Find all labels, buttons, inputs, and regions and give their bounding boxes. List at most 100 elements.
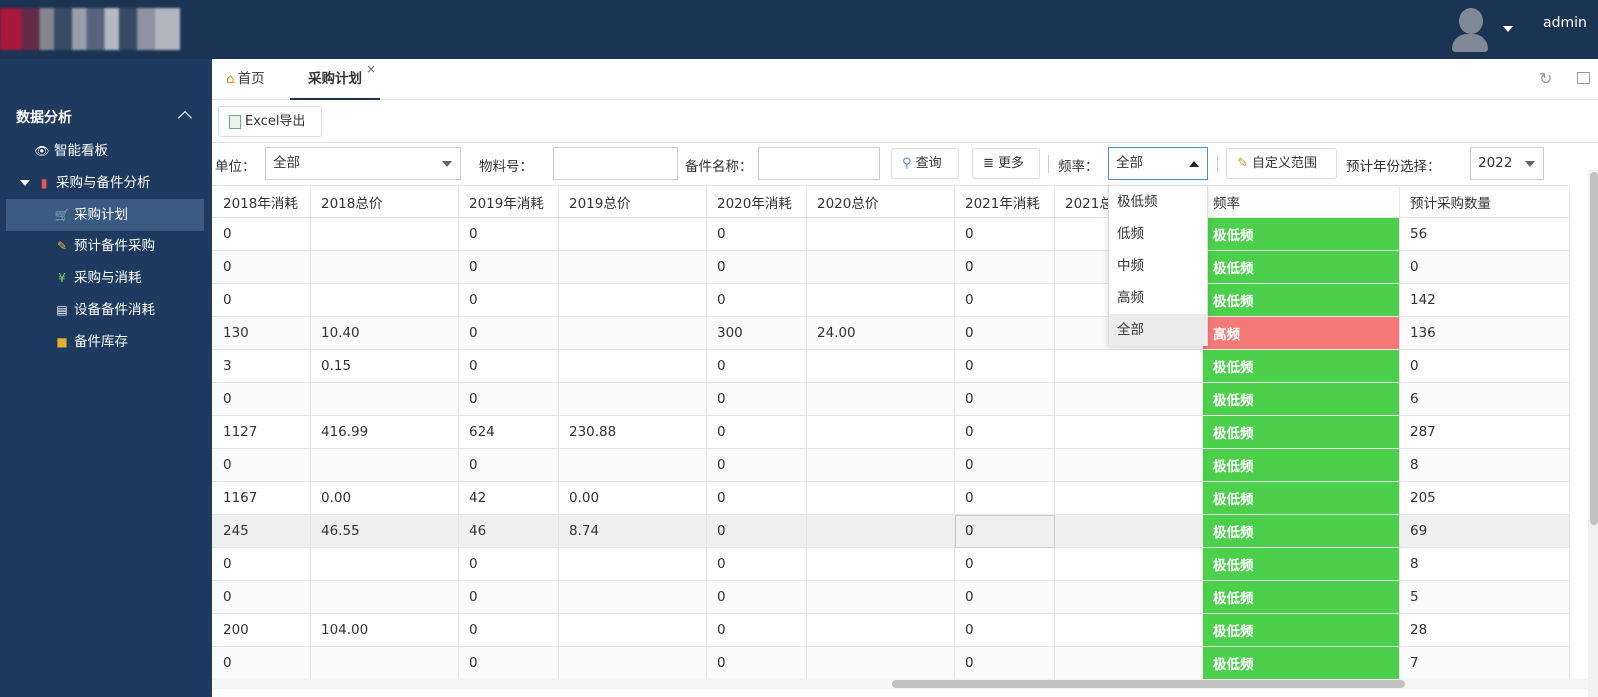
table-cell[interactable]: 69 xyxy=(1399,514,1570,548)
table-cell[interactable]: 0 xyxy=(706,547,807,581)
table-cell[interactable] xyxy=(310,580,459,614)
table-cell[interactable] xyxy=(806,547,955,581)
table-cell[interactable]: 130 xyxy=(212,316,311,350)
frequency-option[interactable]: 低频 xyxy=(1109,218,1207,250)
table-cell[interactable] xyxy=(1054,448,1203,482)
table-cell[interactable]: 0 xyxy=(458,613,559,647)
table-cell[interactable]: 6 xyxy=(1399,382,1570,416)
table-cell[interactable]: 0 xyxy=(458,217,559,251)
table-cell[interactable]: 0 xyxy=(954,613,1055,647)
table-row[interactable]: 130 10.40 0 300 24.00 0 高频 136 xyxy=(212,316,1570,350)
table-cell[interactable]: 0 xyxy=(706,481,807,515)
table-cell[interactable]: 0 xyxy=(212,646,311,680)
table-cell[interactable]: 245 xyxy=(212,514,311,548)
table-cell[interactable]: 0 xyxy=(706,415,807,449)
table-row[interactable]: 0 0 0 0 极低频 6 xyxy=(212,382,1570,416)
table-cell[interactable] xyxy=(558,547,707,581)
query-button[interactable]: ⚲ 查询 xyxy=(891,148,959,179)
table-cell[interactable]: 3 xyxy=(212,349,311,383)
table-cell[interactable]: 0 xyxy=(954,646,1055,680)
table-cell[interactable] xyxy=(558,349,707,383)
table-cell[interactable] xyxy=(558,250,707,284)
table-cell[interactable] xyxy=(806,217,955,251)
table-cell[interactable]: 42 xyxy=(458,481,559,515)
frequency-cell[interactable]: 极低频 xyxy=(1202,217,1400,251)
table-cell[interactable]: 46.55 xyxy=(310,514,459,548)
table-cell[interactable]: 0 xyxy=(954,382,1055,416)
table-cell[interactable]: 0 xyxy=(706,283,807,317)
sidebar-item-dashboard[interactable]: 👁 智能看板 xyxy=(34,135,108,167)
horizontal-scrollbar-thumb[interactable] xyxy=(892,680,1405,688)
table-cell[interactable]: 0 xyxy=(212,448,311,482)
table-cell[interactable]: 28 xyxy=(1399,613,1570,647)
tab-home[interactable]: ⌂ 首页 xyxy=(226,59,265,100)
table-cell[interactable] xyxy=(310,646,459,680)
table-cell[interactable]: 8 xyxy=(1399,448,1570,482)
table-cell[interactable]: 0 xyxy=(954,580,1055,614)
table-cell[interactable]: 8 xyxy=(1399,547,1570,581)
table-cell[interactable]: 0 xyxy=(212,283,311,317)
frequency-cell[interactable]: 极低频 xyxy=(1202,646,1400,680)
table-cell[interactable]: 0 xyxy=(954,514,1055,548)
table-cell[interactable] xyxy=(310,382,459,416)
sidebar-item-purchase-plan[interactable]: 🛒 采购计划 xyxy=(6,199,204,231)
table-row[interactable]: 0 0 0 0 极低频 5 xyxy=(212,580,1570,614)
table-cell[interactable] xyxy=(558,382,707,416)
sidebar-item-purchase-consumption[interactable]: ¥ 采购与消耗 xyxy=(54,262,141,294)
table-cell[interactable]: 0 xyxy=(1399,349,1570,383)
table-cell[interactable] xyxy=(806,580,955,614)
user-avatar[interactable] xyxy=(1450,8,1490,52)
frequency-option[interactable]: 中频 xyxy=(1109,250,1207,282)
frequency-select[interactable]: 全部 xyxy=(1108,147,1208,180)
table-cell[interactable] xyxy=(310,250,459,284)
column-header[interactable]: 预计采购数量 xyxy=(1399,185,1570,218)
table-cell[interactable] xyxy=(1054,613,1203,647)
table-cell[interactable]: 24.00 xyxy=(806,316,955,350)
table-cell[interactable]: 0 xyxy=(212,217,311,251)
table-cell[interactable]: 0 xyxy=(954,547,1055,581)
sidebar-item-procurement-analysis[interactable]: ▮ 采购与备件分析 xyxy=(20,167,151,199)
table-cell[interactable]: 0 xyxy=(1399,250,1570,284)
table-row[interactable]: 1167 0.00 42 0.00 0 0 极低频 205 xyxy=(212,481,1570,515)
table-cell[interactable]: 416.99 xyxy=(310,415,459,449)
table-cell[interactable] xyxy=(1054,514,1203,548)
table-row[interactable]: 200 104.00 0 0 0 极低频 28 xyxy=(212,613,1570,647)
table-cell[interactable]: 0 xyxy=(954,481,1055,515)
table-cell[interactable] xyxy=(806,382,955,416)
table-cell[interactable]: 0.15 xyxy=(310,349,459,383)
more-button[interactable]: ≣ 更多 xyxy=(972,148,1040,179)
table-row[interactable]: 0 0 0 0 极低频 7 xyxy=(212,646,1570,680)
table-cell[interactable]: 0 xyxy=(706,580,807,614)
frequency-option[interactable]: 极低频 xyxy=(1109,186,1207,218)
frequency-cell[interactable]: 极低频 xyxy=(1202,250,1400,284)
table-cell[interactable]: 0 xyxy=(212,250,311,284)
table-cell[interactable]: 56 xyxy=(1399,217,1570,251)
table-cell[interactable]: 142 xyxy=(1399,283,1570,317)
frequency-cell[interactable]: 高频 xyxy=(1202,316,1400,350)
custom-range-button[interactable]: ✎ 自定义范围 xyxy=(1226,148,1337,179)
table-cell[interactable]: 0 xyxy=(954,448,1055,482)
table-cell[interactable] xyxy=(1054,580,1203,614)
table-row[interactable]: 0 0 0 0 极低频 8 xyxy=(212,547,1570,581)
table-row[interactable]: 0 0 0 0 极低频 8 xyxy=(212,448,1570,482)
frequency-cell[interactable]: 极低频 xyxy=(1202,415,1400,449)
table-row[interactable]: 0 0 0 0 极低频 0 xyxy=(212,250,1570,284)
table-cell[interactable]: 0 xyxy=(458,646,559,680)
table-cell[interactable]: 5 xyxy=(1399,580,1570,614)
table-cell[interactable] xyxy=(806,514,955,548)
table-cell[interactable] xyxy=(310,547,459,581)
table-row[interactable]: 0 0 0 0 极低频 142 xyxy=(212,283,1570,317)
sidebar-group-title[interactable]: 数据分析 xyxy=(16,107,72,127)
table-cell[interactable]: 0 xyxy=(706,217,807,251)
table-row[interactable]: 245 46.55 46 8.74 0 0 极低频 69 xyxy=(212,514,1570,548)
year-select[interactable]: 2022 xyxy=(1470,147,1544,180)
column-header[interactable]: 2019年消耗 xyxy=(458,185,559,218)
close-icon[interactable]: × xyxy=(366,63,376,75)
table-cell[interactable] xyxy=(558,646,707,680)
table-row[interactable]: 0 0 0 0 极低频 56 xyxy=(212,217,1570,251)
chevron-up-icon[interactable] xyxy=(177,110,193,126)
table-cell[interactable] xyxy=(310,448,459,482)
column-header[interactable]: 2020年消耗 xyxy=(706,185,807,218)
table-cell[interactable]: 0 xyxy=(458,316,559,350)
table-cell[interactable] xyxy=(310,217,459,251)
